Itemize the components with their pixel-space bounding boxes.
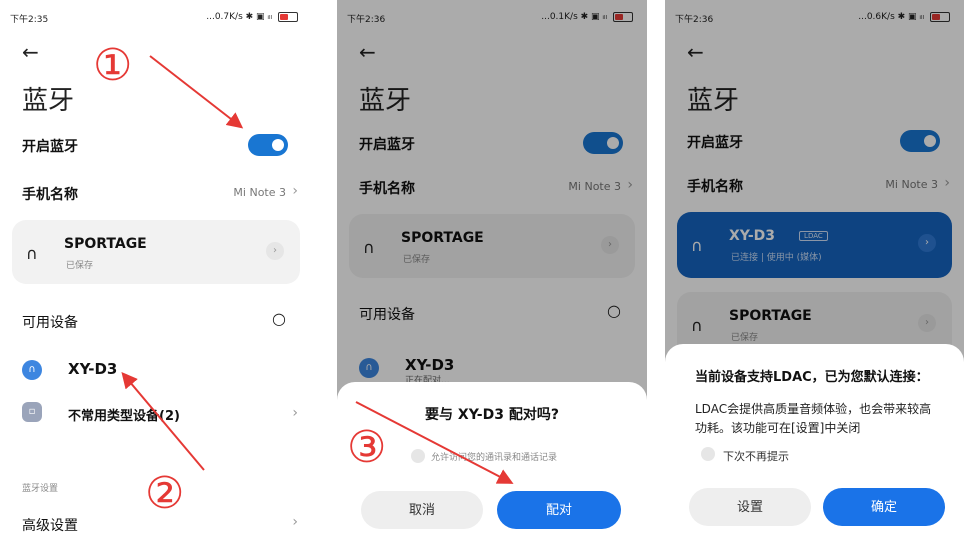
contacts-access-checkbox[interactable]: [411, 449, 425, 463]
paired-device-sportage[interactable]: ∩ SPORTAGE 已保存 ›: [12, 220, 300, 284]
phone-name-label: 手机名称: [22, 187, 78, 203]
headphones-icon: ∩: [26, 244, 38, 263]
back-arrow-icon[interactable]: ←: [22, 40, 39, 64]
bluetooth-toggle[interactable]: [248, 134, 288, 156]
confirm-button[interactable]: 确定: [823, 488, 945, 526]
uncommon-devices-row[interactable]: ▫ 不常用类型设备(2) ›: [0, 400, 312, 430]
bluetooth-toggle-label: 开启蓝牙: [22, 139, 78, 155]
device-name: XY-D3: [68, 360, 118, 378]
refresh-icon[interactable]: ○: [268, 308, 290, 330]
status-time: 下午2:35: [10, 15, 49, 25]
annotation-step-1: ①: [93, 40, 133, 91]
pair-button[interactable]: 配对: [497, 491, 621, 529]
chevron-right-icon: ›: [292, 405, 298, 421]
ldac-dialog-body: LDAC会提供高质量音频体验，也会带来较高功耗。该功能可在[设置]中关闭: [695, 402, 932, 435]
pairing-question: 要与 XY-D3 配对吗?: [425, 407, 559, 423]
screen-pairing-dialog: 下午2:36 ...0.1K/s ✱ ▣ ᵢₗₗ ← 蓝牙 开启蓝牙 手机名称 …: [337, 0, 647, 542]
bluetooth-toggle-row[interactable]: 开启蓝牙: [0, 130, 312, 160]
advanced-settings-label: 高级设置: [22, 518, 78, 534]
annotation-step-2: ②: [145, 468, 185, 519]
dont-show-again-checkbox[interactable]: [701, 447, 715, 461]
uncommon-devices-label: 不常用类型设备(2): [68, 409, 180, 424]
ldac-dialog-title: 当前设备支持LDAC，已为您默认连接：: [695, 370, 929, 385]
device-status: 已保存: [66, 261, 94, 271]
device-details-chevron-icon[interactable]: ›: [266, 242, 284, 260]
available-device-xy-d3[interactable]: ∩ XY-D3: [0, 358, 312, 388]
available-devices-header: 可用设备 ○: [0, 306, 312, 336]
status-bar: 下午2:35 ...0.7K/s ✱ ▣ ᵢₗₗ: [10, 10, 302, 26]
cancel-button[interactable]: 取消: [361, 491, 483, 529]
phone-name-value: Mi Note 3: [233, 186, 286, 199]
battery-icon: [278, 12, 298, 22]
screen-ldac-dialog: 下午2:36 ...0.6K/s ✱ ▣ ᵢₗₗ ← 蓝牙 开启蓝牙 手机名称 …: [665, 0, 964, 542]
chevron-right-icon: ›: [292, 514, 298, 530]
phone-name-row[interactable]: 手机名称 Mi Note 3 ›: [0, 178, 312, 208]
device-name: SPORTAGE: [64, 236, 147, 252]
chevron-right-icon: ›: [292, 183, 298, 199]
page-title: 蓝牙: [22, 86, 75, 116]
screen-bluetooth-initial: 下午2:35 ...0.7K/s ✱ ▣ ᵢₗₗ ← 蓝牙 开启蓝牙 手机名称 …: [0, 0, 312, 542]
available-devices-label: 可用设备: [22, 315, 78, 331]
headset-device-icon: ∩: [22, 360, 42, 380]
stage: 下午2:35 ...0.7K/s ✱ ▣ ᵢₗₗ ← 蓝牙 开启蓝牙 手机名称 …: [0, 0, 964, 542]
contacts-access-label: 允许访问您的通讯录和通话记录: [431, 453, 558, 463]
annotation-step-3: ③: [347, 422, 387, 473]
status-network: ...0.7K/s ✱ ▣ ᵢₗₗ: [206, 12, 272, 22]
ldac-dialog: 当前设备支持LDAC，已为您默认连接： LDAC会提供高质量音频体验，也会带来较…: [665, 344, 964, 542]
section-label: 蓝牙设置: [22, 484, 59, 494]
dont-show-again-label: 下次不再提示: [723, 450, 789, 463]
settings-button[interactable]: 设置: [689, 488, 811, 526]
device-type-icon: ▫: [22, 402, 42, 422]
